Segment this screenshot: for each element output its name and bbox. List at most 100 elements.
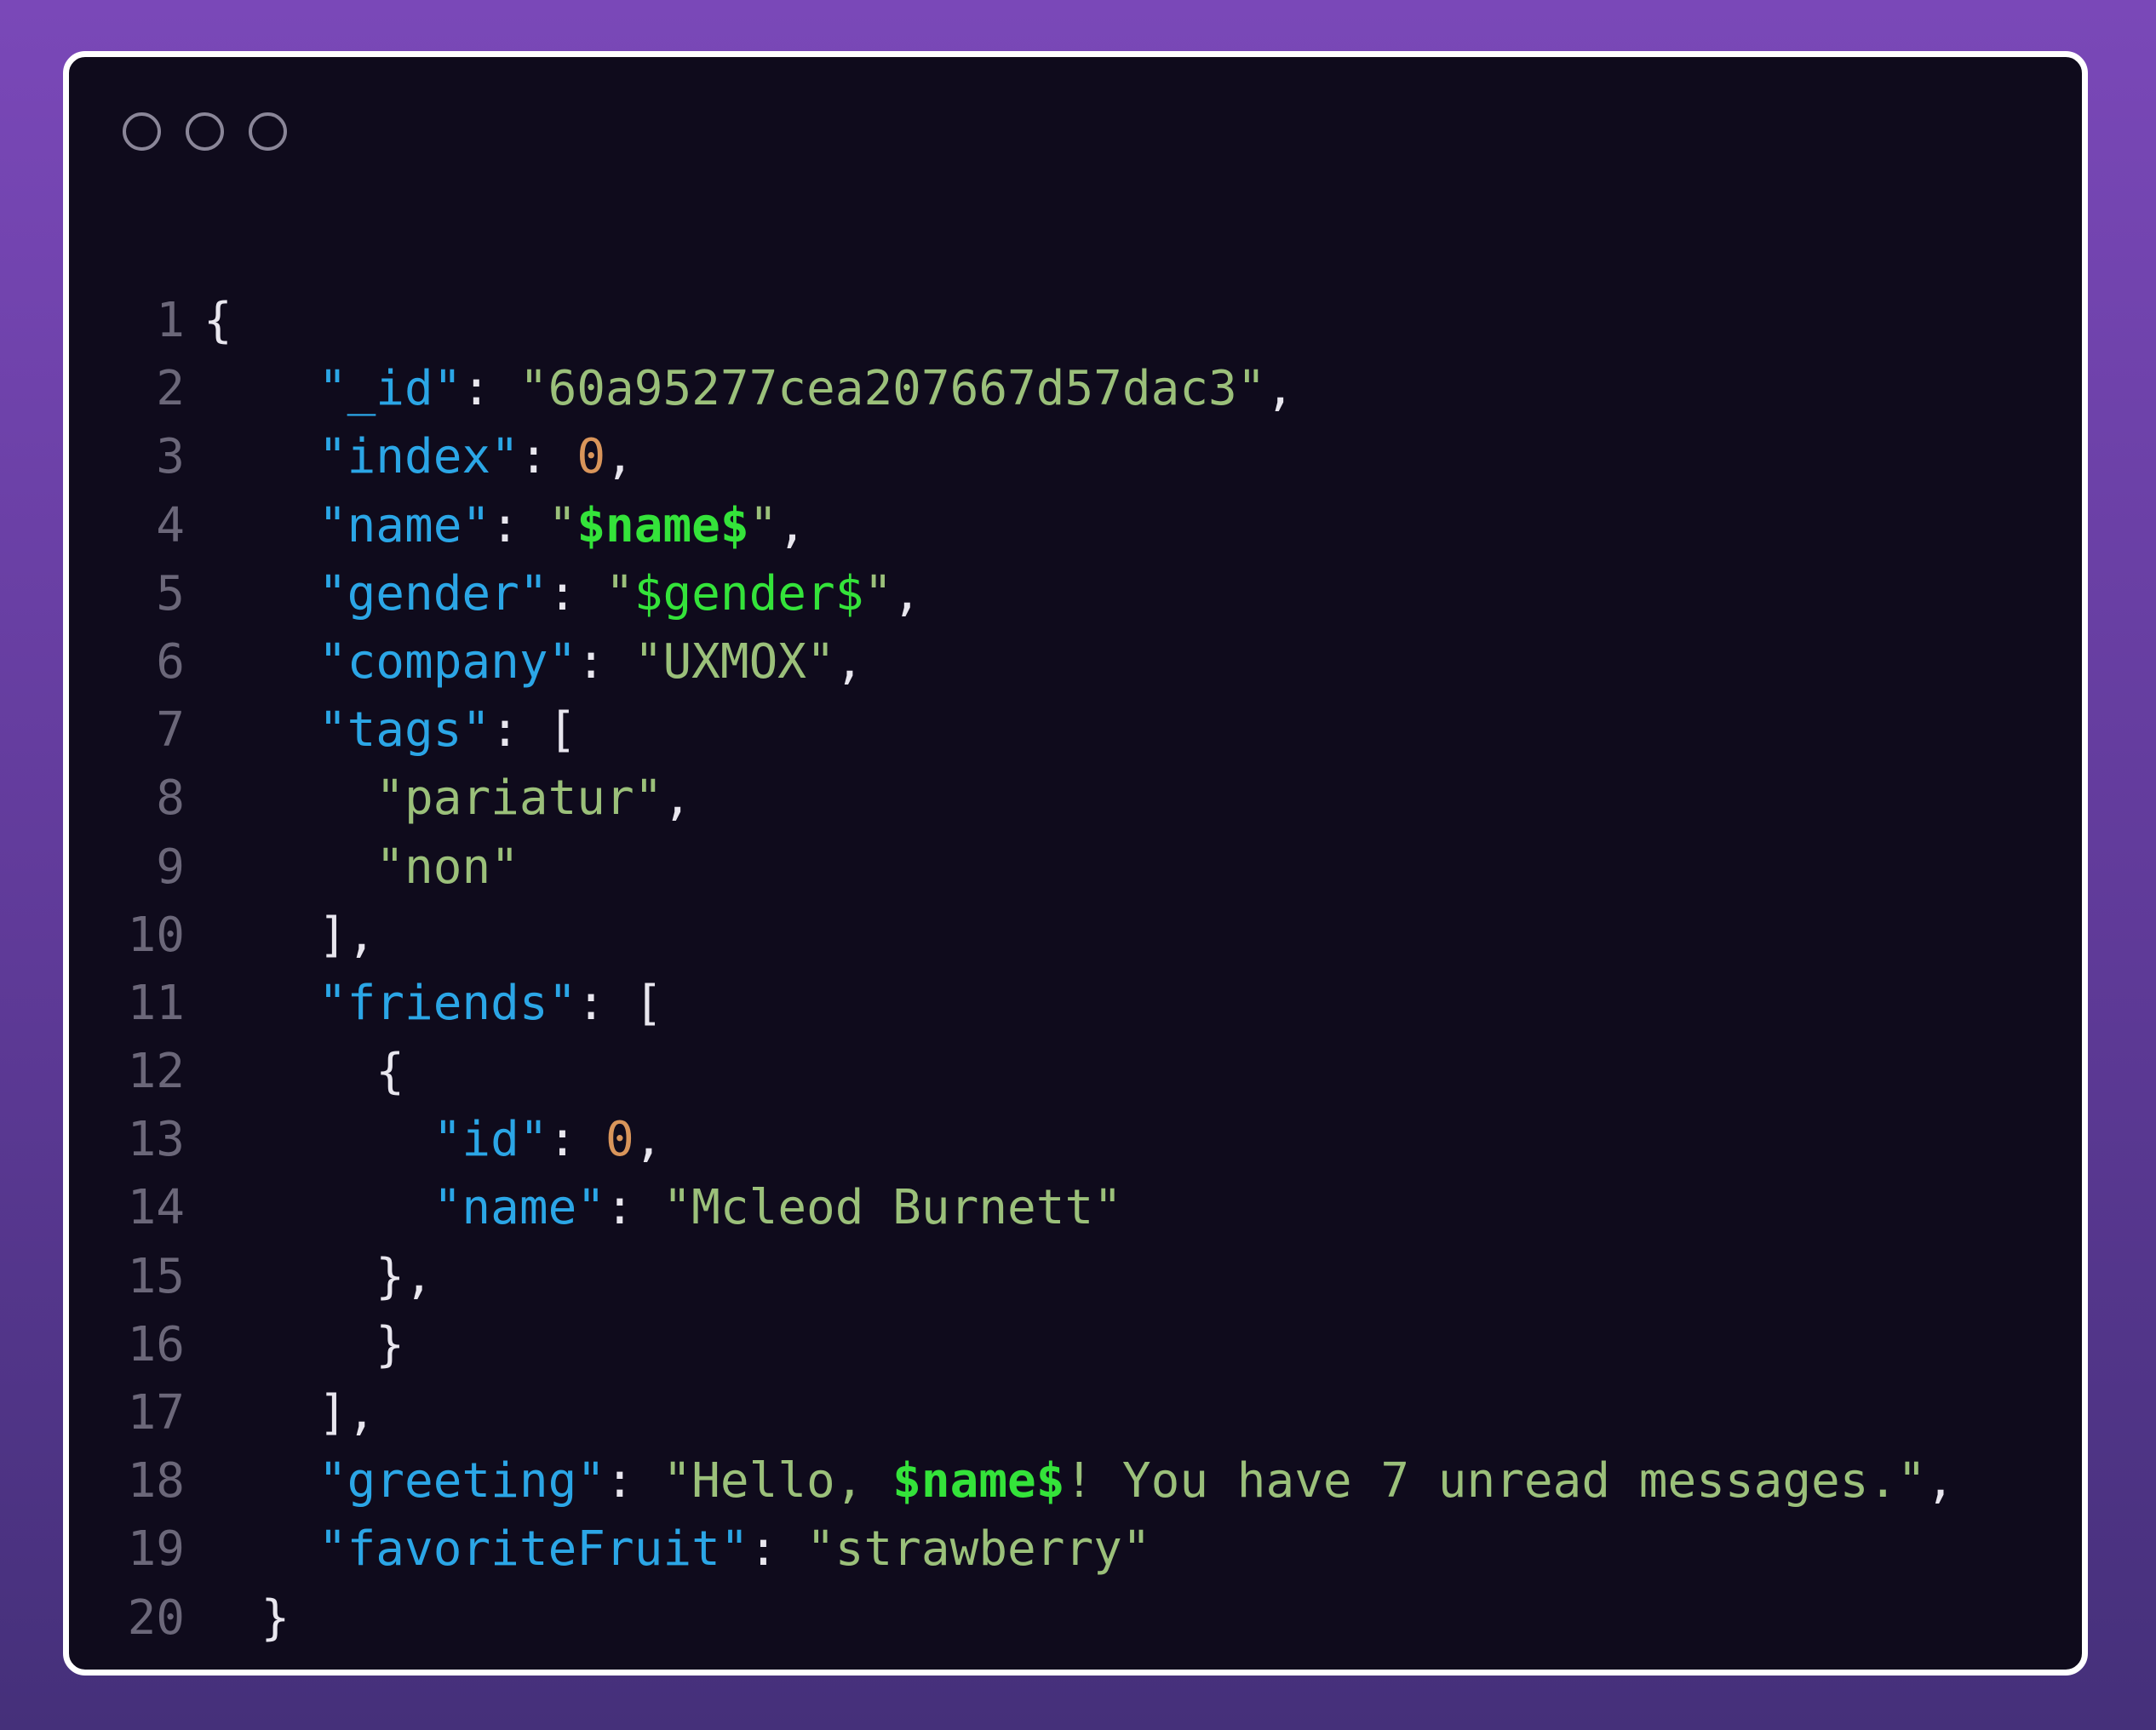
line-number: 2	[156, 361, 185, 417]
code-line: 18 "greeting": "Hello, $name$! You have …	[69, 1447, 1955, 1515]
line-content: "company": "UXMOX",	[204, 628, 864, 696]
line-content: ],	[204, 1379, 376, 1447]
code-token: "greeting"	[318, 1453, 606, 1509]
code-token: ,	[1265, 361, 1295, 417]
window-dot-maximize[interactable]	[249, 112, 287, 151]
code-token: 0	[605, 1112, 634, 1168]
line-number: 13	[127, 1112, 185, 1168]
line-content: "pariatur",	[204, 765, 691, 833]
code-token: $gender$	[634, 565, 864, 622]
code-line: 17 ],	[69, 1379, 1955, 1447]
code-line: 8 "pariatur",	[69, 765, 1955, 833]
code-line: 5 "gender": "$gender$",	[69, 560, 1955, 628]
code-token: "gender"	[318, 565, 548, 622]
code-token: "strawberry"	[806, 1521, 1151, 1578]
window-controls	[123, 112, 287, 151]
code-token: : [	[490, 702, 577, 759]
code-line: 1{	[69, 287, 1955, 355]
line-content: "index": 0,	[204, 423, 634, 491]
window-dot-close[interactable]	[123, 112, 161, 151]
code-token: :	[548, 565, 606, 622]
code-line: 10 ],	[69, 902, 1955, 970]
code-token: }	[261, 1590, 290, 1646]
line-content: },	[204, 1243, 433, 1311]
code-line: 20 }	[69, 1584, 1955, 1653]
code-token: "	[748, 497, 778, 553]
line-content: "id": 0,	[204, 1106, 663, 1174]
code-token: ,	[605, 429, 634, 485]
code-token: 0	[576, 429, 606, 485]
code-token: {	[376, 1044, 405, 1100]
line-content: }	[204, 1311, 404, 1379]
line-number: 4	[156, 497, 185, 553]
code-token: "Hello,	[662, 1453, 893, 1509]
code-editor[interactable]: 1{2 "_id": "60a95277cea207667d57dac3", 3 …	[69, 287, 1955, 1653]
code-token: "id"	[433, 1112, 548, 1168]
code-line: 13 "id": 0,	[69, 1106, 1955, 1174]
code-token: "	[863, 565, 893, 622]
code-token: "index"	[318, 429, 519, 485]
code-token: ,	[662, 770, 692, 827]
line-number: 17	[127, 1385, 185, 1441]
line-content: {	[204, 1038, 404, 1106]
code-token: ,	[634, 1112, 663, 1168]
line-content: "favoriteFruit": "strawberry"	[204, 1515, 1151, 1584]
code-token: :	[605, 1180, 663, 1236]
line-number: 15	[127, 1248, 185, 1304]
line-number: 1	[156, 293, 185, 348]
code-line: 3 "index": 0,	[69, 423, 1955, 491]
window-dot-minimize[interactable]	[186, 112, 224, 151]
line-number: 6	[156, 633, 185, 690]
code-token: :	[462, 361, 519, 417]
code-line: 9 "non"	[69, 833, 1955, 902]
code-token: "company"	[318, 633, 577, 690]
code-token: "friends"	[318, 975, 577, 1031]
line-number: 12	[127, 1044, 185, 1100]
code-token: "tags"	[318, 702, 491, 759]
line-content: {	[204, 287, 232, 355]
code-token: "name"	[433, 1180, 606, 1236]
code-token: ,	[892, 565, 921, 622]
line-content: "name": "$name$",	[204, 492, 806, 560]
line-number: 14	[127, 1180, 185, 1236]
line-content: "tags": [	[204, 696, 576, 765]
code-token: :	[519, 429, 577, 485]
code-token: },	[376, 1248, 433, 1304]
line-content: ],	[204, 902, 376, 970]
line-number: 16	[127, 1316, 185, 1372]
code-token: $name$	[892, 1453, 1065, 1509]
code-token: ],	[318, 907, 376, 963]
code-line: 4 "name": "$name$",	[69, 492, 1955, 560]
code-window: 1{2 "_id": "60a95277cea207667d57dac3", 3 …	[63, 51, 2088, 1676]
code-token: "60a95277cea207667d57dac3"	[519, 361, 1266, 417]
code-token: "favoriteFruit"	[318, 1521, 749, 1578]
code-line: 7 "tags": [	[69, 696, 1955, 765]
code-token: :	[605, 1453, 663, 1509]
code-token: ,	[1925, 1453, 1955, 1509]
line-number: 3	[156, 429, 185, 485]
code-token: :	[748, 1521, 807, 1578]
line-number: 9	[156, 839, 185, 895]
code-line: 11 "friends": [	[69, 970, 1955, 1038]
code-line: 19 "favoriteFruit": "strawberry"	[69, 1515, 1955, 1584]
code-token: :	[490, 497, 548, 553]
line-content: }	[204, 1584, 290, 1653]
code-token: }	[376, 1316, 405, 1372]
code-token: $name$	[576, 497, 749, 553]
code-token: ! You have 7 unread messages."	[1064, 1453, 1926, 1509]
line-number: 19	[127, 1521, 185, 1578]
code-token: :	[548, 1112, 606, 1168]
